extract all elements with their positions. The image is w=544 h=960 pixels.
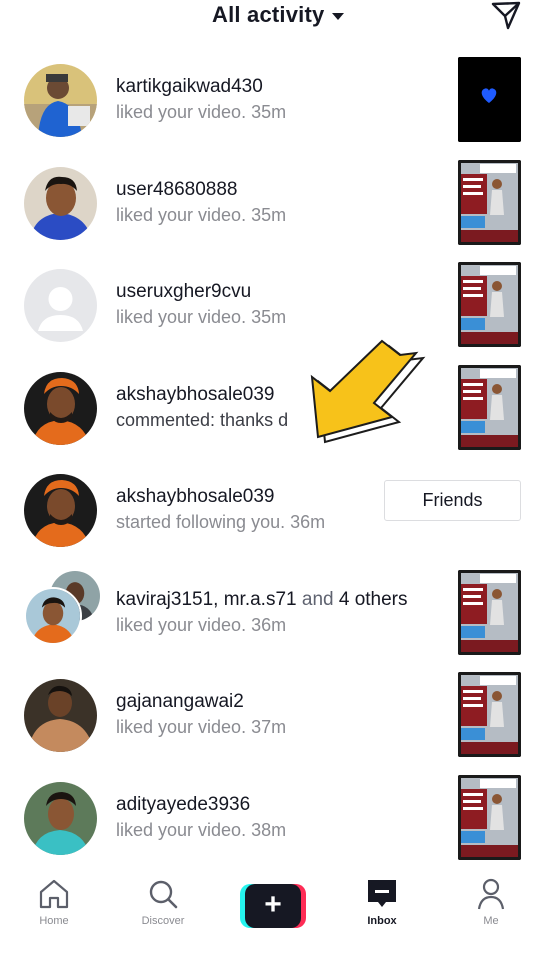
list-item[interactable]: adityayede3936 liked your video. 38m [0, 766, 544, 869]
username[interactable]: useruxgher9cvu [116, 280, 436, 304]
avatar[interactable] [24, 166, 97, 240]
profile-icon [477, 878, 505, 910]
nav-me-label: Me [483, 915, 499, 927]
nav-me[interactable]: Me [456, 876, 526, 946]
nav-home-label: Home [39, 915, 69, 927]
inbox-icon [368, 880, 396, 907]
bottom-navigation: Home Discover + Inbox Me [0, 868, 544, 960]
list-item[interactable]: gajanangawai2 liked your video. 37m [0, 663, 544, 766]
nav-home[interactable]: Home [19, 876, 89, 946]
friends-button[interactable]: Friends [384, 480, 521, 521]
list-item[interactable]: user48680888 liked your video. 35m [0, 151, 544, 254]
video-thumbnail[interactable] [458, 569, 521, 655]
page-title: All activity [212, 2, 325, 27]
username[interactable]: akshaybhosale039 [116, 383, 436, 407]
avatar[interactable] [24, 679, 97, 752]
avatar[interactable] [24, 781, 97, 855]
create-video-button[interactable]: + [240, 884, 306, 928]
list-item[interactable]: akshaybhosale039 commented: thanks d [0, 356, 544, 459]
list-item[interactable]: kaviraj3151, mr.a.s71 and 4 others liked… [0, 561, 544, 664]
caret-down-icon [332, 12, 345, 20]
activity-text: liked your video. 35m [116, 102, 287, 122]
list-item[interactable]: useruxgher9cvu liked your video. 35m [0, 253, 544, 356]
username[interactable]: kartikgaikwad430 [116, 75, 436, 99]
nav-inbox[interactable]: Inbox [347, 876, 417, 946]
avatar[interactable] [24, 371, 97, 445]
avatar[interactable] [24, 474, 97, 547]
activity-text: commented: thanks d [116, 409, 289, 430]
plus-icon: + [264, 888, 282, 921]
activity-text: liked your video. 37m [116, 717, 287, 737]
activity-text: liked your video. 36m [116, 614, 287, 635]
activity-list: kartikgaikwad430 liked your video. 35m u… [0, 48, 544, 868]
home-icon [39, 879, 69, 909]
activity-text: liked your video. 35m [116, 307, 287, 327]
activity-text: liked your video. 38m [116, 819, 287, 840]
activity-text: liked your video. 35m [116, 204, 287, 225]
username[interactable]: adityayede3936 [116, 793, 436, 817]
list-item[interactable]: kartikgaikwad430 liked your video. 35m [0, 48, 544, 151]
nav-inbox-label: Inbox [367, 915, 397, 927]
avatar [24, 586, 82, 645]
video-thumbnail[interactable] [458, 159, 521, 245]
video-thumbnail[interactable] [458, 672, 521, 757]
avatar-group[interactable] [24, 568, 104, 653]
username[interactable]: user48680888 [116, 178, 436, 202]
avatar[interactable] [24, 64, 97, 137]
video-thumbnail[interactable] [458, 57, 521, 142]
video-thumbnail[interactable] [458, 774, 521, 860]
video-thumbnail[interactable] [458, 364, 521, 450]
activity-filter-dropdown[interactable]: All activity [212, 0, 345, 30]
header: All activity [0, 0, 544, 34]
nav-discover[interactable]: Discover [128, 876, 198, 946]
video-thumbnail[interactable] [458, 262, 521, 347]
nav-discover-label: Discover [141, 915, 185, 927]
username[interactable]: gajanangawai2 [116, 690, 436, 714]
paper-plane-icon[interactable] [490, 0, 522, 30]
usernames-group[interactable]: kaviraj3151, mr.a.s71 and 4 others [116, 588, 436, 612]
avatar[interactable] [24, 269, 97, 342]
search-icon [149, 880, 178, 909]
list-item[interactable]: akshaybhosale039 started following you. … [0, 458, 544, 561]
